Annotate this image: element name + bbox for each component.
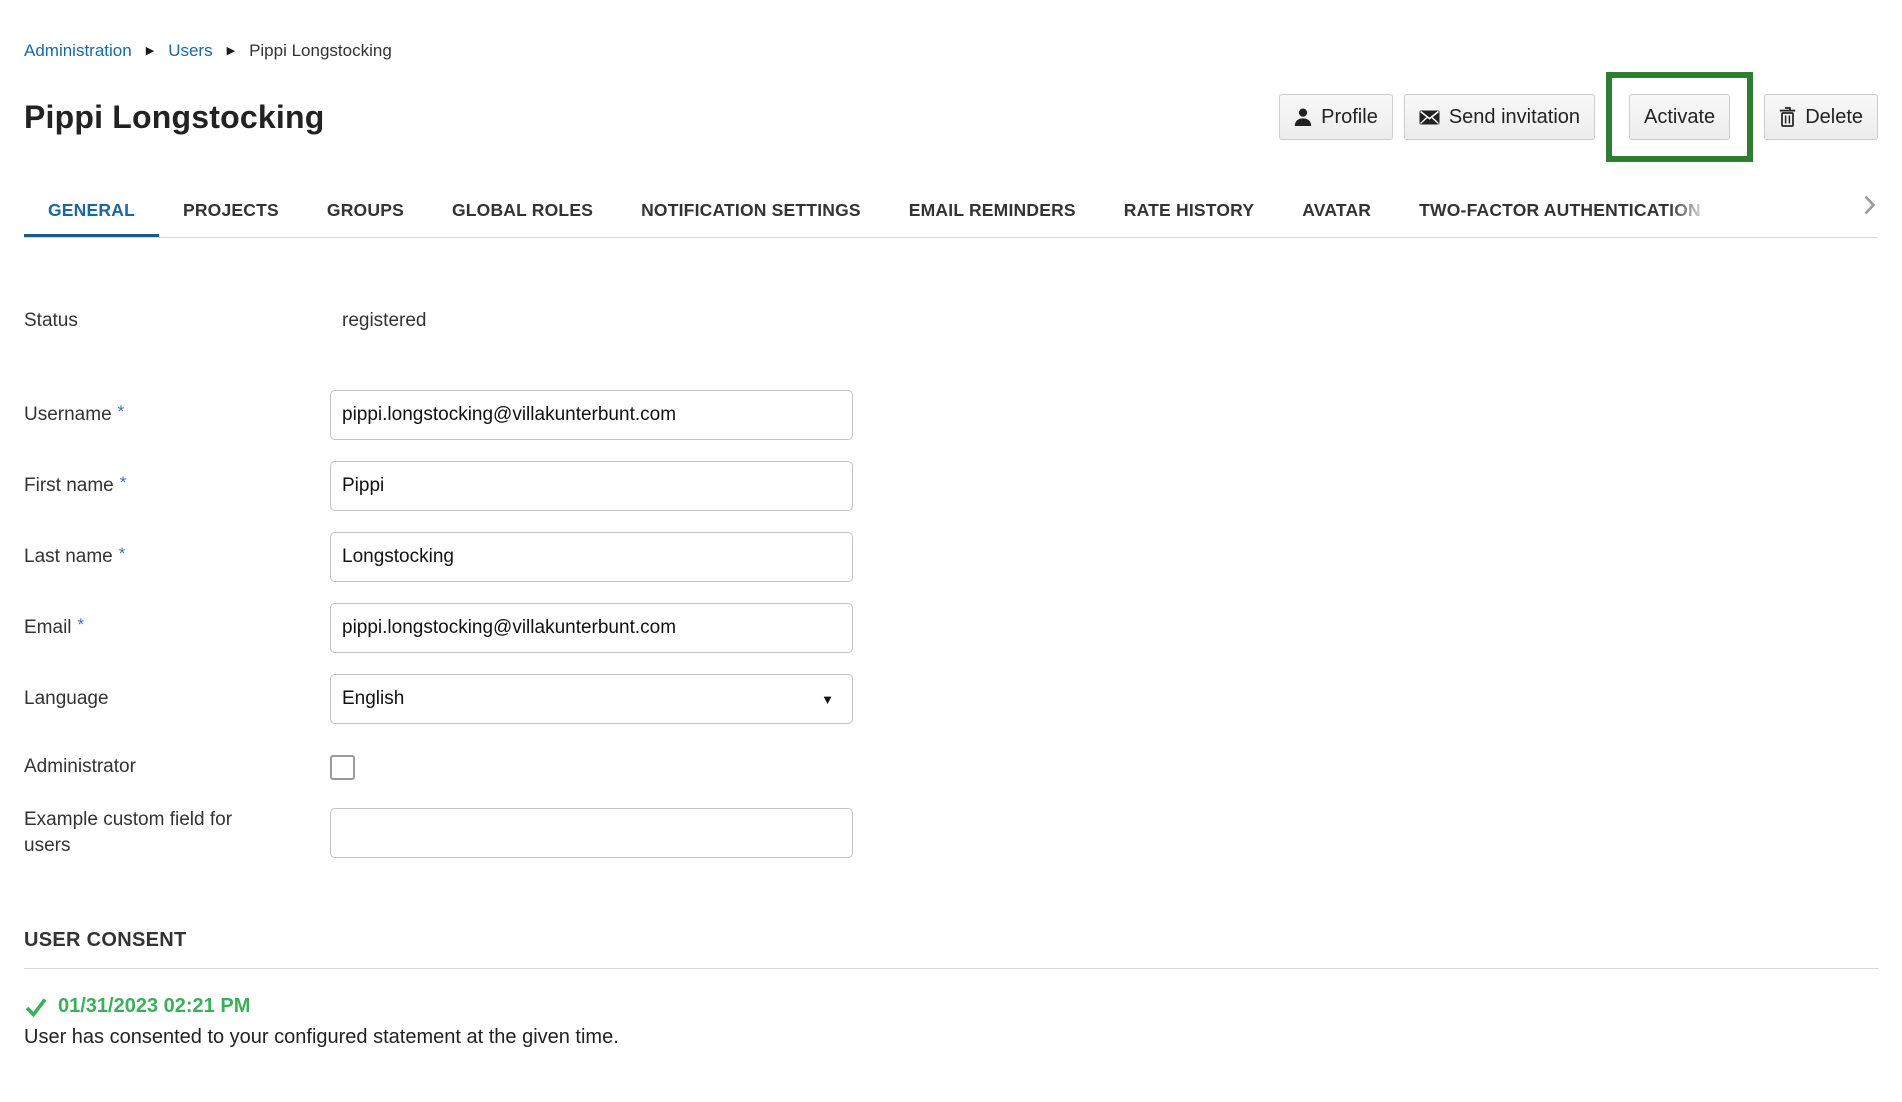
tab-projects[interactable]: PROJECTS [159,174,303,237]
language-row: Language English ▼ [24,674,1878,724]
tab-email-reminders[interactable]: EMAIL REMINDERS [885,174,1100,237]
tab-avatar[interactable]: AVATAR [1278,174,1395,237]
email-row: Email * [24,603,1878,653]
first-name-label: First name * [24,473,330,499]
user-actions-toolbar: Profile Send invitation Activate Delete [1279,72,1878,162]
user-tabs: GENERAL PROJECTS GROUPS GLOBAL ROLES NOT… [24,174,1855,237]
user-general-form: Status registered Username* First name* … [24,308,1878,859]
status-value: registered [330,308,427,334]
delete-button[interactable]: Delete [1764,94,1878,140]
first-name-row: First name * [24,461,1878,511]
delete-button-label: Delete [1805,106,1863,129]
user-tabs-bar: GENERAL PROJECTS GROUPS GLOBAL ROLES NOT… [24,174,1878,238]
last-name-label-text: Last name [24,546,113,567]
tab-global-roles[interactable]: GLOBAL ROLES [428,174,617,237]
administrator-row: Administrator [24,745,1878,789]
administrator-label: Administrator [24,754,330,780]
language-selected-value: English [342,688,404,710]
tab-rate-history[interactable]: RATE HISTORY [1100,174,1278,237]
breadcrumb-administration[interactable]: Administration [24,41,132,61]
activate-button[interactable]: Activate [1629,94,1730,140]
breadcrumb-separator-icon: ▶ [227,46,235,57]
first-name-field[interactable] [330,461,853,511]
administrator-checkbox[interactable] [330,755,355,780]
page-header: Pippi Longstocking Profile Send invitati… [24,70,1878,164]
custom-field-label: Example custom field for users [24,807,330,859]
username-label-text: Username [24,404,112,425]
custom-field-row: Example custom field for users [24,807,1878,859]
chevron-right-icon [1863,194,1876,216]
tab-two-factor-authentication[interactable]: TWO-FACTOR AUTHENTICATION [1395,174,1717,237]
user-consent-heading: USER CONSENT [24,929,1878,952]
language-select[interactable]: English ▼ [330,674,853,724]
custom-field-input[interactable] [330,808,853,858]
annotation-highlight-box: Activate [1606,72,1753,162]
consent-date-row: 01/31/2023 02:21 PM [24,995,1878,1018]
username-row: Username * [24,390,1878,440]
required-asterisk: * [119,544,126,563]
admin-user-page: Administration ▶ Users ▶ Pippi Longstock… [0,0,1902,1051]
send-invitation-button[interactable]: Send invitation [1404,94,1595,140]
tabs-scroll-right-button[interactable] [1855,174,1878,237]
required-asterisk: * [118,402,125,421]
username-label: Username * [24,402,330,428]
required-asterisk: * [120,473,127,492]
profile-button[interactable]: Profile [1279,94,1393,140]
profile-button-label: Profile [1321,106,1378,129]
checkmark-icon [24,996,48,1018]
consent-timestamp: 01/31/2023 02:21 PM [58,995,250,1018]
section-divider [24,968,1878,969]
last-name-label: Last name * [24,544,330,570]
dropdown-arrow-icon: ▼ [821,692,834,707]
language-label: Language [24,686,330,712]
first-name-label-text: First name [24,475,114,496]
email-field[interactable] [330,603,853,653]
envelope-icon [1419,110,1440,125]
last-name-field[interactable] [330,532,853,582]
send-invitation-button-label: Send invitation [1449,106,1580,129]
breadcrumb-users[interactable]: Users [168,41,212,61]
last-name-row: Last name * [24,532,1878,582]
person-icon [1294,108,1312,127]
breadcrumb-current-user: Pippi Longstocking [249,41,392,61]
email-label: Email * [24,615,330,641]
tab-general[interactable]: GENERAL [24,174,159,237]
page-title: Pippi Longstocking [24,99,324,136]
tab-groups[interactable]: GROUPS [303,174,428,237]
activate-button-label: Activate [1644,106,1715,129]
status-row: Status registered [24,308,1878,334]
breadcrumb-separator-icon: ▶ [146,46,154,57]
consent-message: User has consented to your configured st… [24,1024,1878,1051]
tab-truncation-fade [1669,174,1717,234]
user-consent-section: USER CONSENT 01/31/2023 02:21 PM User ha… [24,929,1878,1051]
breadcrumb: Administration ▶ Users ▶ Pippi Longstock… [24,40,1878,62]
required-asterisk: * [78,615,85,634]
tab-notification-settings[interactable]: NOTIFICATION SETTINGS [617,174,885,237]
tab-two-factor-authentication-label: TWO-FACTOR AUTHENTICATION [1419,200,1701,220]
status-label: Status [24,308,330,334]
username-field[interactable] [330,390,853,440]
email-label-text: Email [24,617,72,638]
trash-icon [1779,107,1796,127]
